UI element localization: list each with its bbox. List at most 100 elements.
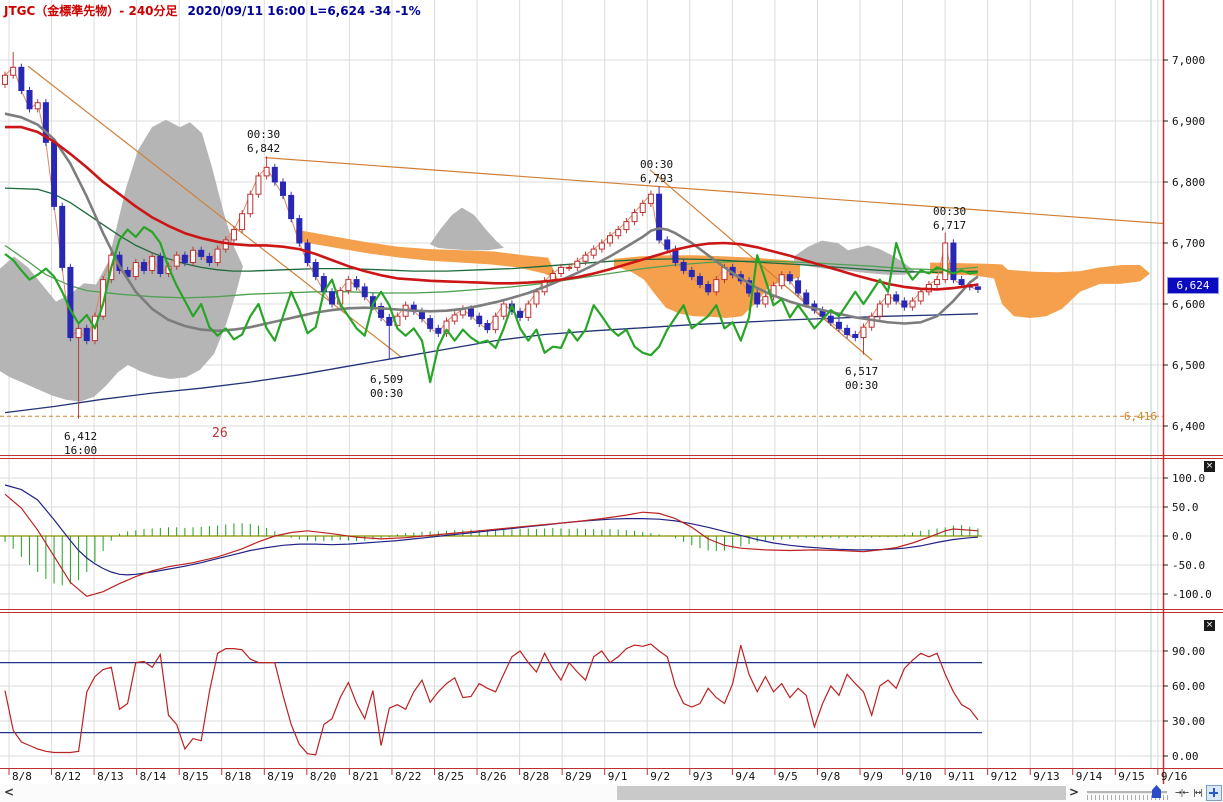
svg-text:6,717: 6,717 — [933, 219, 966, 232]
axis-tick-label: 6,900 — [1172, 115, 1205, 128]
candle — [207, 256, 212, 262]
candle — [501, 304, 506, 316]
close-icon[interactable]: × — [1204, 620, 1215, 631]
candle — [248, 194, 253, 214]
candle — [174, 255, 179, 266]
date-tick-label: 8/22 — [395, 770, 422, 783]
candle — [477, 316, 482, 323]
candle — [182, 255, 187, 262]
axis-tick-label: 7,000 — [1172, 54, 1205, 67]
candle — [534, 292, 539, 304]
candle — [27, 91, 32, 109]
date-tick-label: 8/15 — [182, 770, 209, 783]
chart-canvas[interactable]: 6,41600:306,84200:306,79300:306,7176,509… — [0, 0, 1223, 784]
date-tick-label: 8/28 — [523, 770, 550, 783]
pan-mode-icon[interactable] — [1206, 785, 1222, 801]
date-tick-label: 8/25 — [438, 770, 465, 783]
candle — [362, 287, 367, 297]
svg-text:6,842: 6,842 — [247, 142, 280, 155]
candle — [648, 194, 653, 203]
axis-tick-label: 6,700 — [1172, 237, 1205, 250]
candle — [706, 284, 711, 291]
candle — [35, 103, 40, 109]
candle — [19, 67, 24, 90]
date-tick-label: 9/15 — [1118, 770, 1145, 783]
instrument-name: JTGC（金標準先物）- 240分足 — [4, 4, 178, 18]
candle — [150, 256, 155, 270]
chart-title: JTGC（金標準先物）- 240分足 2020/09/11 16:00 L=6,6… — [4, 2, 421, 19]
candle — [272, 167, 277, 182]
candle — [959, 280, 964, 285]
date-tick-label: 8/12 — [55, 770, 82, 783]
close-icon[interactable]: × — [1204, 461, 1215, 472]
candle — [558, 267, 563, 273]
candle — [910, 301, 915, 307]
candle — [240, 214, 245, 230]
candle — [158, 256, 163, 273]
date-tick-label: 8/18 — [225, 770, 252, 783]
candle — [828, 316, 833, 322]
candle — [886, 295, 891, 304]
candle — [689, 270, 694, 276]
candle — [853, 335, 858, 338]
date-tick-label: 9/8 — [820, 770, 840, 783]
candle — [485, 324, 490, 330]
axis-tick-label: 6,500 — [1172, 359, 1205, 372]
bar-compress-icon[interactable]: →|← — [1174, 785, 1189, 800]
axis-tick-label: 100.0 — [1172, 472, 1205, 485]
candle — [894, 295, 899, 301]
quote-info: 2020/09/11 16:00 L=6,624 -34 -1% — [188, 4, 421, 18]
candle — [60, 206, 65, 267]
pan-cross-v — [1213, 788, 1215, 797]
candle — [76, 328, 81, 337]
candle — [935, 280, 940, 285]
date-tick-label: 9/1 — [608, 770, 628, 783]
svg-text:00:30: 00:30 — [845, 379, 878, 392]
date-tick-label: 9/9 — [863, 770, 883, 783]
date-tick-label: 8/29 — [565, 770, 592, 783]
zoom-slider-thumb[interactable] — [1152, 785, 1161, 798]
candle — [231, 230, 236, 240]
date-tick-label: 9/16 — [1161, 770, 1188, 783]
candle — [452, 315, 457, 321]
svg-text:00:30: 00:30 — [933, 205, 966, 218]
svg-text:6,412: 6,412 — [64, 430, 97, 443]
bar-expand-icon[interactable]: |↔| — [1190, 785, 1205, 800]
date-tick-label: 9/2 — [650, 770, 670, 783]
candle — [665, 240, 670, 249]
candle — [640, 203, 645, 212]
scroll-left-button[interactable]: < — [4, 785, 14, 799]
scrollbar-thumb[interactable] — [617, 786, 1066, 800]
candle — [918, 292, 923, 301]
candle — [714, 280, 719, 292]
axis-tick-label: 60.00 — [1172, 680, 1205, 693]
candle — [264, 167, 269, 176]
axis-tick-label: -50.0 — [1172, 559, 1205, 572]
candle — [313, 263, 318, 277]
support-price-label: 6,416 — [1124, 410, 1157, 423]
date-tick-label: 8/13 — [97, 770, 124, 783]
candle — [575, 261, 580, 267]
candle — [975, 287, 980, 289]
date-tick-label: 9/5 — [778, 770, 798, 783]
horizontal-scrollbar[interactable]: < > →|← |↔| — [0, 784, 1223, 802]
date-tick-label: 8/8 — [12, 770, 32, 783]
candle — [289, 195, 294, 218]
date-tick-label: 9/11 — [948, 770, 975, 783]
candle — [616, 230, 621, 236]
candle — [624, 222, 629, 230]
candle — [902, 301, 907, 307]
date-tick-label: 8/14 — [140, 770, 167, 783]
axis-tick-label: 0.0 — [1172, 530, 1192, 543]
candle — [632, 213, 637, 222]
svg-text:6,517: 6,517 — [845, 365, 878, 378]
candle — [297, 219, 302, 243]
candle — [526, 304, 531, 317]
candle — [796, 281, 801, 293]
date-tick-label: 9/10 — [906, 770, 933, 783]
scroll-right-button[interactable]: > — [1069, 785, 1079, 799]
axis-tick-label: 0.00 — [1172, 750, 1199, 763]
svg-text:00:30: 00:30 — [247, 128, 280, 141]
candle — [681, 263, 686, 271]
candle — [215, 249, 220, 262]
